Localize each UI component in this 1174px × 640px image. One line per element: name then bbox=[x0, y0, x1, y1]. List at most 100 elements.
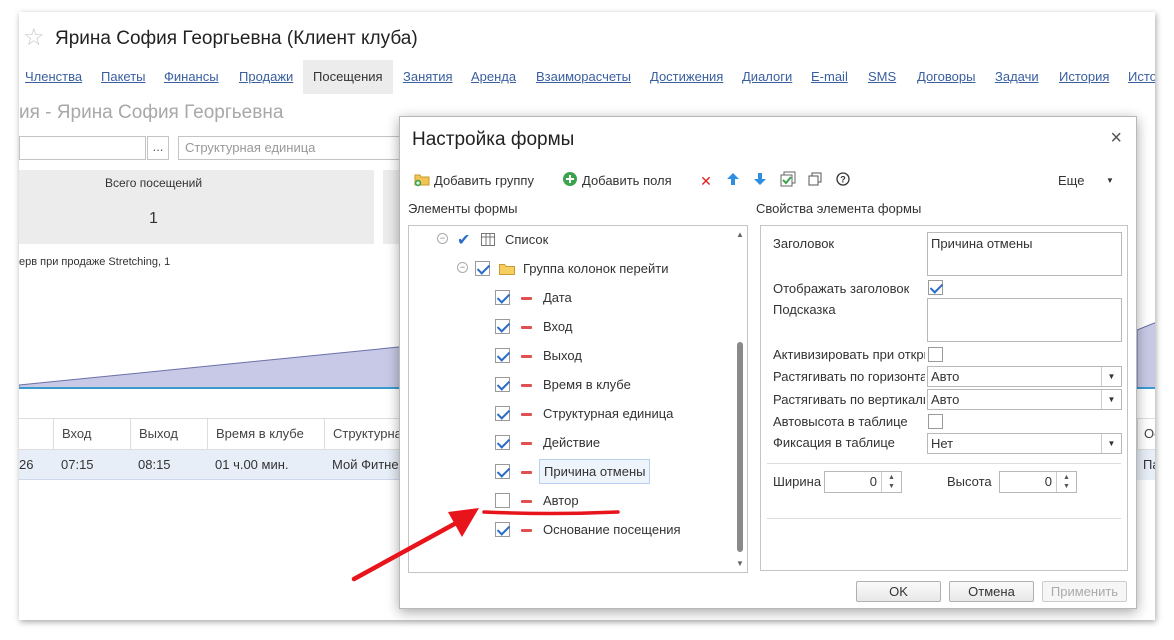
table-row[interactable]: 26 07:15 08:15 01 ч.00 мин. Мой Фитне bbox=[19, 450, 419, 480]
tree-item-label: Дата bbox=[543, 290, 572, 305]
tree-item[interactable]: Основание посещения bbox=[409, 516, 729, 545]
tree-item[interactable]: − Группа колонок перейти bbox=[409, 255, 729, 284]
add-fields-button[interactable]: Добавить поля bbox=[582, 170, 672, 192]
tree-checkbox[interactable] bbox=[495, 319, 510, 334]
chevron-down-icon[interactable]: ▼ bbox=[1101, 434, 1121, 453]
tree-checkbox[interactable] bbox=[495, 348, 510, 363]
activate-checkbox[interactable] bbox=[928, 347, 943, 362]
collapse-icon[interactable]: − bbox=[457, 262, 468, 273]
hint-input[interactable] bbox=[927, 298, 1122, 342]
tree-item[interactable]: Вход bbox=[409, 313, 729, 342]
form-elements-tree: − ✔ Список − Группа колонок перейти Дата… bbox=[408, 225, 748, 573]
table-cell: Мой Фитне bbox=[332, 457, 399, 472]
tree-item[interactable]: Автор bbox=[409, 487, 729, 516]
tab-settlements[interactable]: Взаиморасчеты bbox=[536, 60, 631, 94]
tree-item[interactable]: Структурная единица bbox=[409, 400, 729, 429]
table-cell: Па bbox=[1137, 450, 1155, 480]
chevron-down-icon[interactable]: ▼ bbox=[1101, 390, 1121, 409]
field-minus-icon bbox=[521, 355, 532, 358]
tab-classes[interactable]: Занятия bbox=[403, 60, 453, 94]
window-title: Ярина София Георгьевна (Клиент клуба) bbox=[55, 28, 418, 49]
tab-visits[interactable]: Посещения bbox=[303, 60, 393, 94]
autoheight-checkbox[interactable] bbox=[928, 414, 943, 429]
spinner-icon[interactable]: ▲ ▼ bbox=[881, 472, 901, 492]
checkmark-icon[interactable]: ✔ bbox=[457, 230, 470, 250]
scroll-up-icon[interactable]: ▲ bbox=[736, 230, 744, 239]
page-subtitle: ия - Ярина София Георгьевна bbox=[19, 102, 284, 123]
tab-history-2[interactable]: Исто bbox=[1128, 60, 1155, 94]
stretch-vertical-select[interactable]: Авто ▼ bbox=[927, 389, 1122, 410]
tree-checkbox[interactable] bbox=[495, 406, 510, 421]
more-button[interactable]: Еще bbox=[1058, 170, 1084, 192]
title-input[interactable]: Причина отмены bbox=[927, 232, 1122, 276]
add-group-button[interactable]: Добавить группу bbox=[434, 170, 534, 192]
tree-item-selected[interactable]: Причина отмены bbox=[409, 458, 729, 487]
cancel-button[interactable]: Отмена bbox=[949, 581, 1034, 602]
tree-checkbox[interactable] bbox=[495, 493, 510, 508]
tab-achievements[interactable]: Достижения bbox=[650, 60, 723, 94]
scroll-thumb[interactable] bbox=[737, 342, 743, 552]
stretch-horizontal-label: Растягивать по горизонта bbox=[773, 369, 925, 384]
column-header[interactable]: Выход bbox=[130, 419, 207, 449]
tab-memberships[interactable]: Членства bbox=[25, 60, 82, 94]
table-cell: 07:15 bbox=[61, 457, 94, 472]
tree-item[interactable]: Действие bbox=[409, 429, 729, 458]
fixation-label: Фиксация в таблице bbox=[773, 435, 895, 450]
delete-icon[interactable]: ✕ bbox=[696, 171, 716, 191]
check-all-icon[interactable] bbox=[778, 171, 798, 191]
table-cell: 01 ч.00 мин. bbox=[215, 457, 289, 472]
more-dropdown-icon[interactable]: ▼ bbox=[1100, 171, 1120, 191]
collapse-icon[interactable]: − bbox=[437, 233, 448, 244]
tree-checkbox[interactable] bbox=[495, 464, 510, 479]
stretch-horizontal-select[interactable]: Авто ▼ bbox=[927, 366, 1122, 387]
tree-scrollbar[interactable]: ▲ ▼ bbox=[733, 226, 747, 572]
svg-text:?: ? bbox=[840, 175, 846, 185]
scroll-down-icon[interactable]: ▼ bbox=[736, 559, 744, 568]
tree-item-label: Группа колонок перейти bbox=[523, 261, 669, 276]
tab-dialogs[interactable]: Диалоги bbox=[742, 60, 792, 94]
tree-item[interactable]: Дата bbox=[409, 284, 729, 313]
activate-label: Активизировать при откры bbox=[773, 347, 925, 362]
move-down-icon[interactable] bbox=[750, 171, 770, 191]
tab-finance[interactable]: Финансы bbox=[164, 60, 219, 94]
tree-checkbox[interactable] bbox=[475, 261, 490, 276]
fixation-select[interactable]: Нет ▼ bbox=[927, 433, 1122, 454]
tree-checkbox[interactable] bbox=[495, 522, 510, 537]
tree-checkbox[interactable] bbox=[495, 435, 510, 450]
tab-packages[interactable]: Пакеты bbox=[101, 60, 146, 94]
tab-rent[interactable]: Аренда bbox=[471, 60, 516, 94]
help-icon[interactable]: ? bbox=[833, 171, 853, 191]
tree-item[interactable]: Выход bbox=[409, 342, 729, 371]
spinner-icon[interactable]: ▲ ▼ bbox=[1056, 472, 1076, 492]
tree-item[interactable]: − ✔ Список bbox=[409, 226, 729, 255]
ok-button[interactable]: OK bbox=[856, 581, 941, 602]
column-header[interactable]: Время в клубе bbox=[207, 419, 324, 449]
tab-sales[interactable]: Продажи bbox=[239, 60, 293, 94]
apply-button[interactable]: Применить bbox=[1042, 581, 1127, 602]
select-button[interactable]: ... bbox=[147, 136, 169, 160]
tab-tasks[interactable]: Задачи bbox=[995, 60, 1039, 94]
structure-unit-field[interactable]: Структурная единица bbox=[178, 136, 408, 160]
chevron-down-icon[interactable]: ▼ bbox=[1101, 367, 1121, 386]
tab-contracts[interactable]: Договоры bbox=[917, 60, 975, 94]
tree-item[interactable]: Время в клубе bbox=[409, 371, 729, 400]
width-input[interactable]: 0 ▲ ▼ bbox=[824, 471, 902, 493]
copy-icon[interactable] bbox=[805, 171, 825, 191]
height-input[interactable]: 0 ▲ ▼ bbox=[999, 471, 1077, 493]
field-minus-icon bbox=[521, 442, 532, 445]
tab-history[interactable]: История bbox=[1059, 60, 1109, 94]
client-field[interactable] bbox=[19, 136, 146, 160]
width-label: Ширина bbox=[773, 474, 822, 489]
tree-item-label: Список bbox=[505, 232, 549, 247]
chart-legend-text: ерв при продаже Stretching, 1 bbox=[19, 256, 171, 268]
column-header[interactable]: Ос bbox=[1137, 418, 1155, 450]
show-title-checkbox[interactable] bbox=[928, 280, 943, 295]
move-up-icon[interactable] bbox=[723, 171, 743, 191]
tab-sms[interactable]: SMS bbox=[868, 60, 896, 94]
favorite-star-icon[interactable]: ☆ bbox=[23, 26, 45, 50]
column-header[interactable]: Вход bbox=[53, 419, 130, 449]
tree-checkbox[interactable] bbox=[495, 377, 510, 392]
tab-email[interactable]: E-mail bbox=[811, 60, 848, 94]
close-icon[interactable]: × bbox=[1110, 127, 1122, 150]
tree-checkbox[interactable] bbox=[495, 290, 510, 305]
